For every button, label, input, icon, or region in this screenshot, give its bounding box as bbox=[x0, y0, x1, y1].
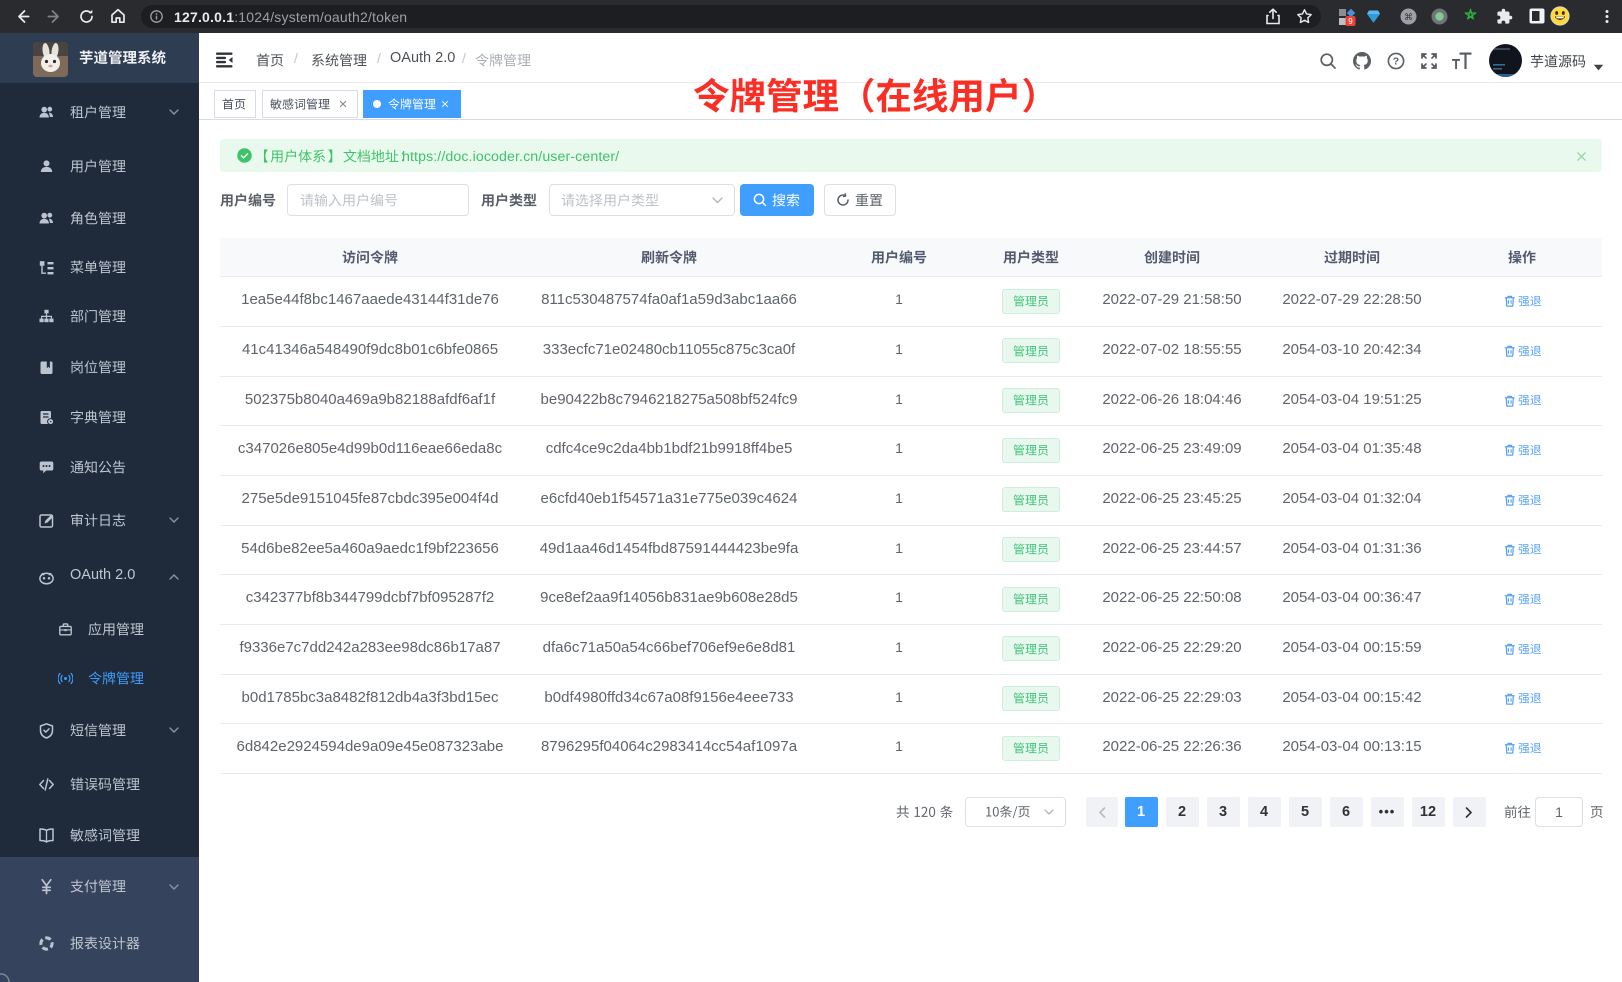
svg-text:9: 9 bbox=[1348, 17, 1353, 26]
svg-text:?: ? bbox=[1393, 56, 1399, 68]
svg-text:⌘: ⌘ bbox=[1404, 12, 1413, 22]
